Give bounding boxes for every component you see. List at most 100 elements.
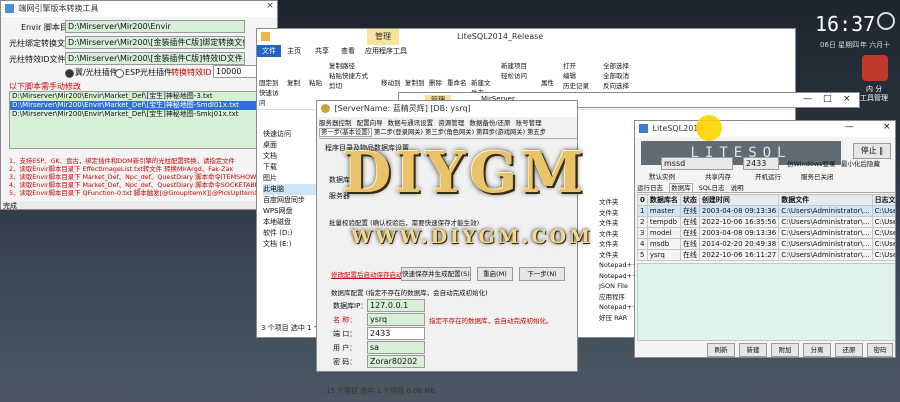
db-pwd-label: 密 码： xyxy=(333,358,357,366)
tab-step-5[interactable]: 第五步 xyxy=(527,129,546,136)
new-db-button[interactable]: 新建 xyxy=(739,343,767,357)
close-icon[interactable]: × xyxy=(263,1,277,11)
tab-step-1[interactable]: 第一步(基本设置) xyxy=(319,128,372,137)
tab-step-2[interactable]: 第二步(登录网关) xyxy=(374,129,423,136)
nav-item-drive-d[interactable]: 软件 (D:) xyxy=(263,228,323,239)
explorer-titlebar[interactable]: 管理 LiteSQL2014_Release xyxy=(257,29,795,45)
convert-id-input[interactable]: 10000 xyxy=(213,65,261,78)
port-input[interactable]: 2433 xyxy=(743,157,779,170)
db-pwd-input[interactable]: Zorar80202 xyxy=(367,355,425,368)
cell: 在线 xyxy=(679,216,700,228)
menu-item[interactable]: 服务器控制 xyxy=(319,119,352,127)
minimize-icon[interactable]: — xyxy=(845,122,854,132)
tab-step-3[interactable]: 第三步(角色网关) xyxy=(425,129,474,136)
chk-default-instance[interactable]: 默认实例 xyxy=(649,171,675,181)
envir-path-field[interactable]: D:\Mirserver\Mir200\Envir xyxy=(65,20,245,33)
table-row[interactable]: 1 master 在线 2003-04-08 09:13:36 C:\Users… xyxy=(637,205,895,217)
option-a-radio[interactable] xyxy=(65,69,74,78)
file-list-item-selected[interactable]: D:\Mirserver\Mir200\Envir\Market_Def\[宝生… xyxy=(10,101,272,110)
password-button[interactable]: 密码 xyxy=(867,343,893,357)
tab-app-tools[interactable]: 应用程序工具 xyxy=(365,46,407,56)
open-button[interactable]: 打开 xyxy=(563,60,576,70)
tab-sql-log[interactable]: SQL日志 xyxy=(699,184,725,192)
tab-share[interactable]: 共享 xyxy=(315,46,329,56)
properties-button[interactable]: 属性 xyxy=(541,77,554,87)
tab-view[interactable]: 查看 xyxy=(341,46,355,56)
select-all-button[interactable]: 全部选择 xyxy=(603,60,629,70)
refresh-button[interactable]: 刷新 xyxy=(707,343,735,357)
db-name-input[interactable]: ysrq xyxy=(367,313,425,326)
edit-button[interactable]: 编辑 xyxy=(563,70,576,80)
table-row[interactable]: 3 model 在线 2003-04-08 09:13:36 C:\Users\… xyxy=(637,227,895,239)
easy-access-button[interactable]: 轻松访问 xyxy=(501,70,527,80)
db-ip-label: 数据库IP： xyxy=(333,302,368,310)
menu-item[interactable]: 数据与通讯设置 xyxy=(388,119,434,127)
server-titlebar[interactable]: [ServerName: 蓝精灵辉] [DB: ysrq] xyxy=(317,101,577,117)
bind-file-field[interactable]: D:\Mirserver\Mir200\[金装插件C版]绑定转换文件.txt xyxy=(65,36,245,49)
tab-run-log[interactable]: 运行日志 xyxy=(637,184,663,192)
nav-item-drive-e[interactable]: 文档 (E:) xyxy=(263,239,323,250)
db-ip-input[interactable]: 127.0.0.1 xyxy=(367,299,425,312)
tab-file[interactable]: 文件 xyxy=(257,45,281,57)
tab-home[interactable]: 主页 xyxy=(287,46,301,56)
menu-item[interactable]: 数据备份/还原 xyxy=(469,119,510,127)
table-row[interactable]: 5 ysrq 在线 2022-10-06 16:11:27 C:\Users\A… xyxy=(637,249,895,261)
nav-item-local-disk[interactable]: 本地磁盘 xyxy=(263,217,323,228)
option-b-radio[interactable] xyxy=(115,69,124,78)
copy-button[interactable]: 复制 xyxy=(287,77,300,87)
type-cell: JSON File xyxy=(599,282,628,290)
quick-save-button[interactable]: 快速保存并生成配置(S) xyxy=(401,267,471,281)
cell: 4 xyxy=(637,238,648,250)
restart-button[interactable]: 重启(M) xyxy=(477,267,513,281)
restart-link[interactable]: 修改配置后启动保存启动 xyxy=(331,269,403,279)
cut-button[interactable]: 剪切 xyxy=(329,80,342,90)
chk-hide-on-min[interactable]: 最小化后隐藏 xyxy=(841,158,880,168)
db-user-input[interactable]: sa xyxy=(367,341,425,354)
tab-database[interactable]: 数据库 xyxy=(669,183,693,193)
type-cell: 应用程序 xyxy=(599,292,625,301)
paste-button[interactable]: 粘贴 xyxy=(309,77,322,87)
litesql-titlebar[interactable]: LiteSQL2014 xyxy=(635,121,895,137)
menu-item[interactable]: 账号管理 xyxy=(516,119,542,127)
close-icon[interactable]: × xyxy=(843,94,851,104)
pin-button[interactable]: 固定到快速访问 xyxy=(259,77,283,107)
db-port-input[interactable]: 2433 xyxy=(367,327,425,340)
tab-step-4[interactable]: 第四步(游戏网关) xyxy=(476,129,525,136)
minimize-icon[interactable]: — xyxy=(803,94,812,104)
server-name-input[interactable]: mssd xyxy=(661,157,733,170)
select-none-button[interactable]: 全部取消 xyxy=(603,70,629,80)
invert-selection-button[interactable]: 反向选择 xyxy=(603,80,629,90)
rename-button[interactable]: 重命名 xyxy=(447,77,467,87)
converter-titlebar[interactable]: 端网引擎版本转换工具 xyxy=(1,1,277,17)
paste-shortcut-button[interactable]: 粘贴快捷方式 xyxy=(329,70,368,80)
close-icon[interactable]: × xyxy=(883,122,891,132)
file-list-item[interactable]: D:\Mirserver\Mir200\Envir\Market_Def\[宝生… xyxy=(10,110,272,119)
tab-readme[interactable]: 说明 xyxy=(731,184,744,192)
copy-to-button[interactable]: 复制到 xyxy=(405,77,425,87)
maximize-icon[interactable]: □ xyxy=(823,94,832,104)
history-button[interactable]: 历史记录 xyxy=(563,80,589,90)
delete-button[interactable]: 删除 xyxy=(429,77,442,87)
attach-button[interactable]: 附加 xyxy=(771,343,799,357)
menu-item[interactable]: 资源管理 xyxy=(438,119,464,127)
table-row[interactable]: 2 tempdb 在线 2022-10-06 16:35:56 C:\Users… xyxy=(637,216,895,228)
file-list-item[interactable]: D:\Mirserver\Mir200\Envir\Market_Def\[宝生… xyxy=(10,92,272,101)
chk-shared-memory[interactable]: 共享内存 xyxy=(705,171,731,181)
chk-service[interactable]: 服务已关闭 xyxy=(801,171,834,181)
copy-path-button[interactable]: 复制路径 xyxy=(329,60,355,70)
special-file-field[interactable]: D:\Mirserver\Mir200\[金装插件C版]特效ID文件.txt xyxy=(65,52,245,65)
stop-button[interactable]: 停止 ‖ xyxy=(853,143,891,159)
restore-button[interactable]: 还原 xyxy=(835,343,863,357)
move-to-button[interactable]: 移动到 xyxy=(381,77,401,87)
next-button[interactable]: 下一步(N) xyxy=(519,267,565,281)
file-list[interactable]: D:\Mirserver\Mir200\Envir\Market_Def\[宝生… xyxy=(9,91,273,149)
chk-start-on-boot[interactable]: 开机运行 xyxy=(755,171,781,181)
new-item-button[interactable]: 新建项目 xyxy=(501,60,527,70)
nav-item-quick-access[interactable]: 快速访问 xyxy=(263,129,323,140)
detach-button[interactable]: 分离 xyxy=(803,343,831,357)
desktop-tool-icon[interactable] xyxy=(862,55,888,81)
table-row[interactable]: 4 msdb 在线 2014-02-20 20:49:38 C:\Users\A… xyxy=(637,238,895,250)
menu-item[interactable]: 配置向导 xyxy=(357,119,383,127)
nav-item-wps[interactable]: WPS网盘 xyxy=(263,206,323,217)
chk-windows-login[interactable]: 仿Windows登录 xyxy=(787,158,836,168)
